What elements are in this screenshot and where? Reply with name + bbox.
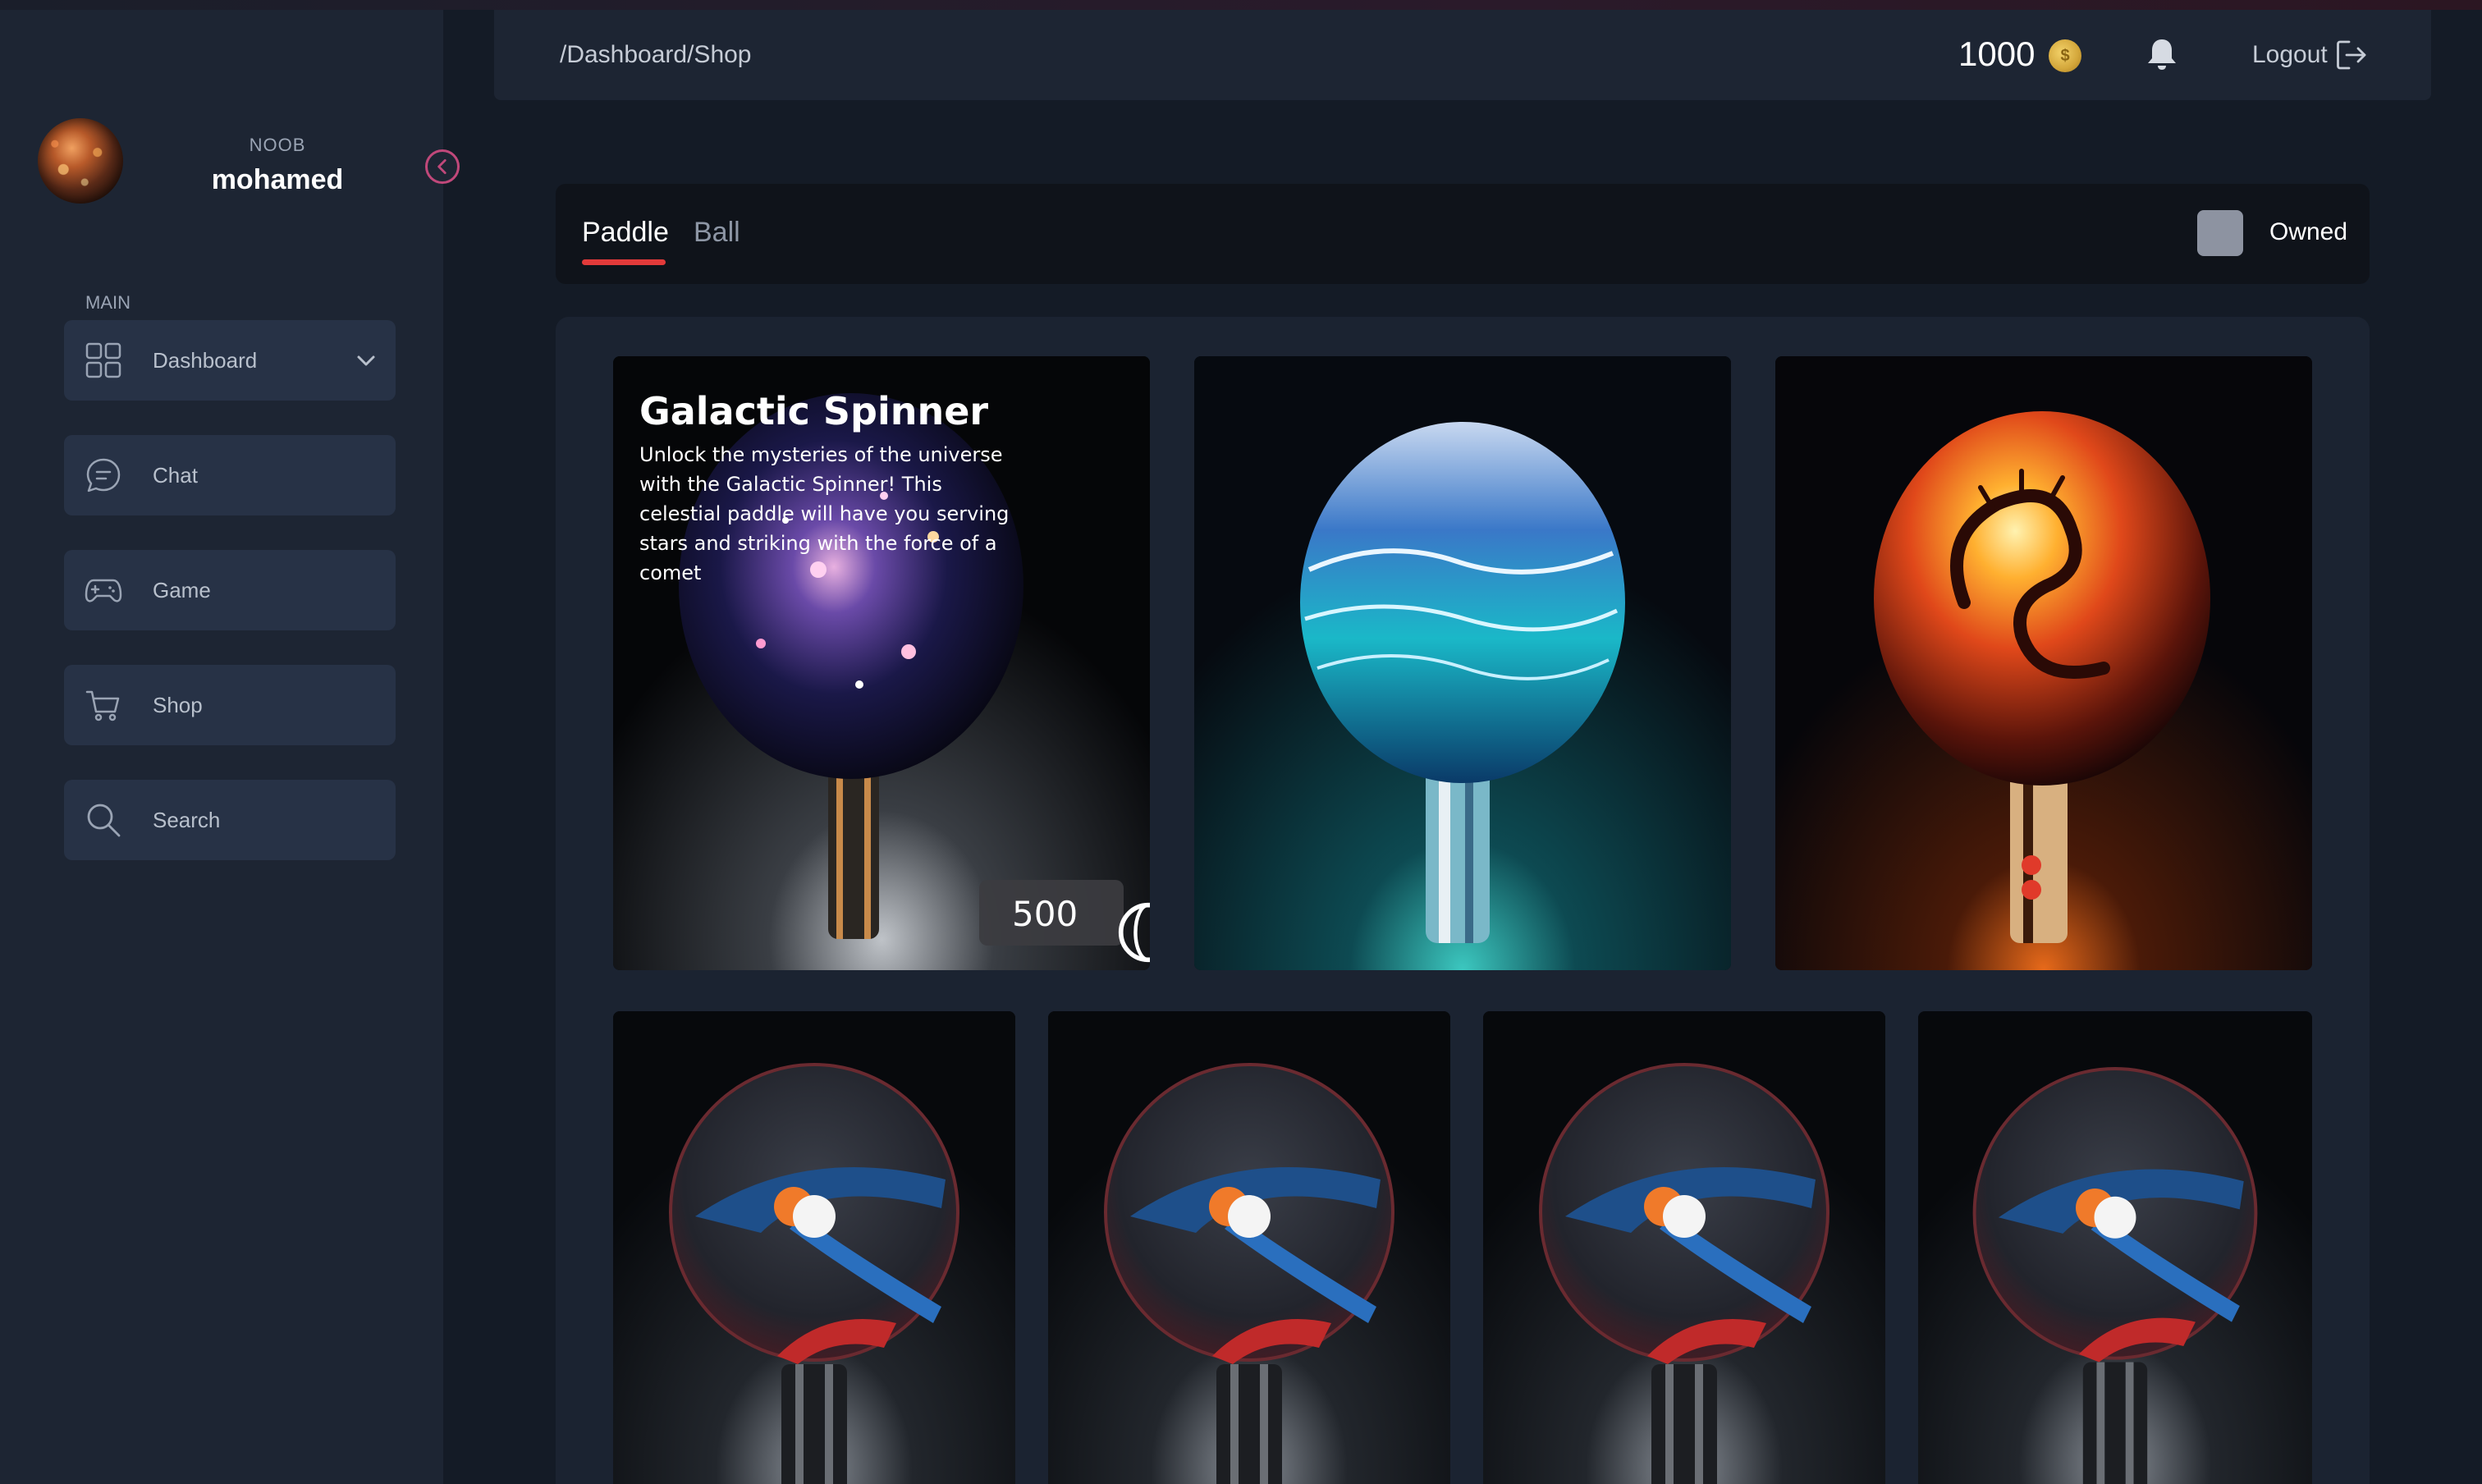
sidebar-item-chat[interactable]: Chat: [64, 435, 396, 515]
breadcrumb[interactable]: /Dashboard/Shop: [560, 41, 752, 69]
classic-paddle-image: [1048, 1011, 1450, 1484]
chevron-down-icon[interactable]: [353, 347, 379, 373]
sidebar-item-label: Search: [153, 808, 221, 832]
bell-icon[interactable]: [2142, 34, 2182, 74]
item-price: 500: [1012, 894, 1078, 934]
avatar[interactable]: [38, 118, 123, 204]
classic-paddle-image: [1918, 1016, 2312, 1484]
classic-paddle-image: [1483, 1011, 1885, 1484]
sidebar-item-dashboard[interactable]: Dashboard: [64, 320, 396, 401]
sidebar-item-search[interactable]: Search: [64, 780, 396, 860]
sidebar-section-label: MAIN: [85, 292, 131, 313]
logout-icon[interactable]: [2334, 38, 2369, 72]
classic-paddle-image: [613, 1011, 1015, 1484]
shop-item-card-classic-1[interactable]: [613, 1011, 1015, 1484]
sidebar-item-label: Shop: [153, 693, 203, 717]
item-title: Galactic Spinner: [639, 389, 989, 433]
ocean-wave-paddle-image: [1194, 356, 1731, 970]
tab-paddle[interactable]: Paddle: [582, 217, 669, 249]
sidebar-item-game[interactable]: Game: [64, 550, 396, 630]
shop-item-card-classic-2[interactable]: [1048, 1011, 1450, 1484]
top-header: /Dashboard/Shop 1000 $ Logout: [494, 10, 2431, 100]
shop-item-card-ocean[interactable]: [1194, 356, 1731, 970]
fire-dragon-paddle-image: [1775, 356, 2312, 970]
sidebar-item-label: Game: [153, 578, 211, 602]
shop-tabs-bar: Paddle Ball Owned: [556, 184, 2370, 284]
logout-button[interactable]: Logout: [2252, 41, 2328, 69]
top-accent-line: [0, 0, 2482, 10]
item-description: Unlock the mysteries of the universe wit…: [639, 443, 1010, 584]
sidebar-item-shop[interactable]: Shop: [64, 665, 396, 745]
active-tab-indicator: [582, 259, 666, 265]
user-rank: NOOB: [249, 135, 306, 155]
coin-icon: $: [2049, 39, 2081, 72]
shop-grid-panel: Galactic Spinner Unlock the mysteries of…: [556, 317, 2370, 1484]
coin-balance: 1000: [1958, 34, 2036, 73]
shop-item-card-classic-4[interactable]: [1918, 1011, 2312, 1484]
grid-icon: [85, 342, 121, 378]
sidebar-item-label: Chat: [153, 463, 198, 488]
owned-label: Owned: [2269, 218, 2348, 245]
search-icon: [87, 804, 121, 837]
shop-item-card-galactic[interactable]: Galactic Spinner Unlock the mysteries of…: [613, 356, 1150, 970]
coin-icon: [1118, 902, 1150, 963]
shop-item-card-classic-3[interactable]: [1483, 1011, 1885, 1484]
owned-toggle[interactable]: [2197, 210, 2243, 256]
chevron-left-icon: [437, 159, 446, 174]
tab-ball[interactable]: Ball: [694, 217, 740, 249]
gamepad-icon: [85, 579, 122, 602]
collapse-sidebar-button[interactable]: [425, 149, 460, 184]
sidebar-item-label: Dashboard: [153, 348, 258, 373]
shop-item-card-dragon[interactable]: [1775, 356, 2312, 970]
chat-icon: [86, 458, 121, 492]
buy-price-button[interactable]: 500: [979, 880, 1150, 963]
sidebar: NOOB mohamed MAIN Dashboard Chat Game Sh…: [0, 10, 460, 1484]
cart-icon: [85, 690, 120, 721]
username: mohamed: [211, 164, 344, 195]
